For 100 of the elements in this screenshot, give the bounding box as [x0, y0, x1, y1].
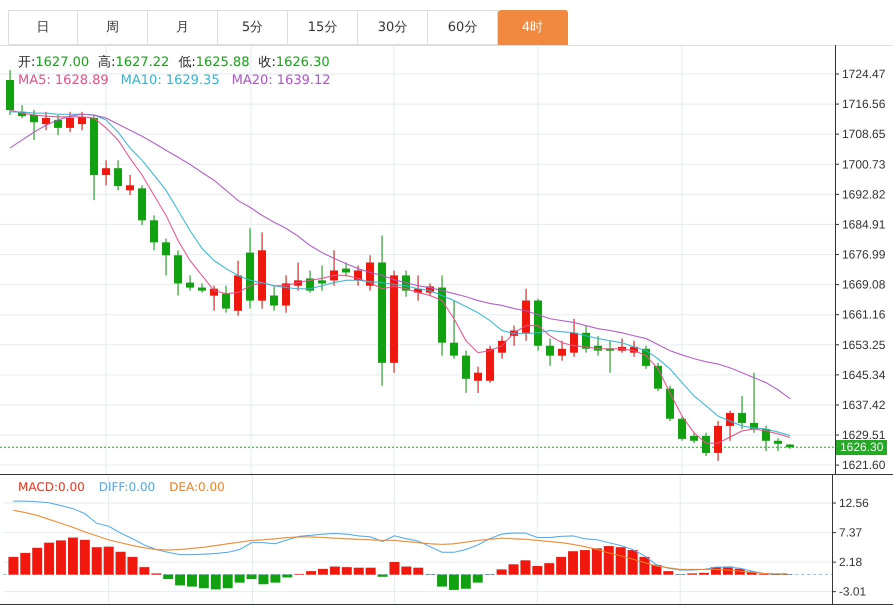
histogram-bar [592, 548, 602, 575]
histogram-bar [116, 552, 126, 575]
period-tab[interactable]: 15分 [288, 10, 358, 45]
legend-name: MA20 [232, 73, 268, 88]
candlestick [186, 274, 194, 292]
candlestick [162, 238, 170, 276]
candlestick [558, 340, 566, 362]
candlestick [654, 362, 662, 392]
histogram-bar [80, 540, 90, 575]
candlestick [738, 395, 746, 430]
legend-name: MACD [18, 480, 54, 494]
histogram-bar [556, 556, 566, 575]
candlestick [198, 282, 206, 293]
histogram-bar [699, 572, 709, 575]
period-tab[interactable]: 60分 [428, 10, 498, 45]
legend-value: : 1639.12 [268, 73, 331, 88]
histogram-bar [413, 568, 424, 575]
candlestick [486, 345, 494, 384]
quote-value: 1627.22 [116, 55, 170, 70]
histogram-bar [663, 571, 674, 575]
candlestick [582, 325, 590, 354]
histogram-bar [175, 574, 186, 586]
legend-name: MA5 [18, 73, 46, 88]
period-tab[interactable]: 周 [78, 10, 148, 45]
histogram-bar [342, 567, 352, 575]
macd-axis-label: 12.56 [838, 496, 869, 510]
histogram-bar [460, 574, 471, 589]
histogram-bar [366, 568, 376, 575]
candlestick [222, 285, 230, 314]
histogram-bar [437, 574, 447, 586]
legend-name: MA10 [120, 73, 158, 88]
candlestick [702, 432, 710, 456]
price-axis-label: 1645.34 [842, 368, 886, 382]
histogram-bar [44, 542, 54, 575]
histogram-bar [127, 556, 138, 575]
candlestick [642, 345, 650, 370]
candlestick [762, 425, 770, 452]
histogram-bar [104, 546, 114, 575]
candlestick [714, 420, 722, 462]
price-axis-label: 1700.73 [842, 157, 886, 172]
axis-tick [834, 164, 840, 165]
price-axis-label: 1653.25 [842, 338, 886, 352]
histogram-bar [187, 574, 197, 586]
price-axis-label: 1629.51 [842, 428, 886, 442]
candlestick [690, 432, 698, 444]
histogram-bar [544, 563, 554, 575]
candlestick [66, 111, 74, 133]
histogram-bar [56, 540, 66, 575]
period-tab[interactable]: 月 [148, 10, 218, 45]
candlestick [786, 443, 794, 450]
price-axis-label: 1684.91 [842, 217, 886, 232]
axis-tick [834, 314, 840, 316]
axis-tick [834, 224, 840, 225]
candlestick [498, 335, 506, 360]
candlestick [306, 270, 314, 293]
period-tab[interactable]: 30分 [358, 10, 428, 45]
candlestick [138, 184, 146, 226]
axis-tick [834, 104, 840, 105]
candlestick [174, 250, 182, 296]
histogram-bar [628, 550, 638, 575]
period-tab[interactable]: 5分 [218, 10, 288, 45]
histogram-bar [139, 567, 150, 575]
candlestick [414, 274, 422, 301]
histogram-bar [32, 548, 42, 575]
candlestick [102, 160, 110, 186]
legend-name: DEA [169, 480, 194, 494]
histogram-bar [318, 568, 328, 575]
histogram-bar [354, 568, 364, 575]
candlestick [270, 285, 278, 312]
axis-tick [834, 344, 840, 346]
candlestick [402, 270, 410, 298]
quote-value: 1627.00 [35, 55, 90, 70]
histogram-bar [389, 562, 400, 575]
price-axis-label: 1676.99 [842, 248, 886, 262]
candlestick [606, 340, 614, 374]
quote-label: 高: [98, 55, 116, 70]
candlestick [354, 265, 362, 286]
histogram-bar [330, 566, 340, 575]
legend-name: DIFF [98, 480, 124, 494]
histogram-bar [616, 547, 626, 575]
candlestick [726, 410, 734, 442]
histogram-bar [496, 569, 507, 575]
candlestick [618, 338, 626, 354]
axis-tick [834, 434, 840, 436]
period-tab[interactable]: 日 [8, 10, 78, 45]
quote-value: 1626.30 [276, 55, 330, 70]
histogram-bar [378, 574, 388, 577]
histogram-bar [270, 574, 280, 582]
histogram-bar [92, 547, 102, 575]
candlestick [630, 340, 638, 358]
candlestick [522, 288, 530, 342]
axis-tick [834, 374, 840, 376]
candlestick [534, 298, 542, 352]
candlestick [54, 114, 62, 136]
histogram-bar [520, 560, 530, 575]
candlestick [546, 338, 554, 366]
candlestick [234, 260, 242, 316]
histogram-bar [448, 574, 459, 590]
legend-value: :0.00 [124, 480, 156, 494]
current-price-tag: 1626.30 [836, 440, 888, 456]
